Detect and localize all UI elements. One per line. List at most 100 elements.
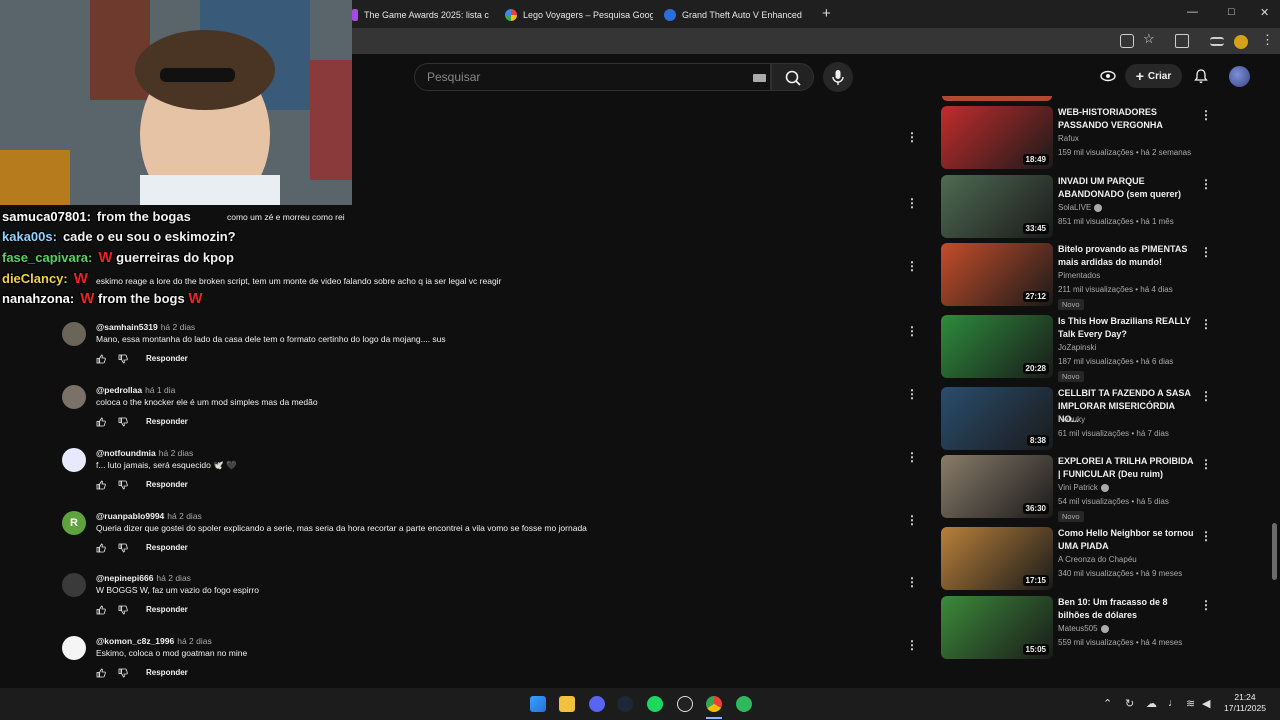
bookmark-star-icon[interactable]: ☆ [1143,31,1155,47]
tray-chevron-icon[interactable]: ⌃ [1103,697,1112,710]
maximize-button[interactable]: □ [1228,6,1235,18]
comment-username[interactable]: @pedrollaa [96,385,142,395]
video-thumbnail[interactable]: 17:15 [941,527,1053,590]
video-title[interactable]: Ben 10: Um fracasso de 8 bilhões de dóla… [1058,596,1198,622]
windows-start-icon[interactable] [530,696,546,712]
comment-more-icon[interactable]: ⋮ [906,575,918,589]
browser-profile-avatar[interactable] [1234,35,1248,49]
video-title[interactable]: EXPLOREI A TRILHA PROIBIDA | FUNICULAR (… [1058,455,1198,481]
file-explorer-icon[interactable] [559,696,575,712]
steam-icon[interactable] [617,696,633,712]
recommended-video[interactable]: 33:45 INVADI UM PARQUE ABANDONADO (sem qu… [940,175,1212,239]
recommended-video[interactable]: 18:49 WEB-HISTORIADORES PASSANDO VERGONHA… [940,106,1212,170]
video-more-icon[interactable]: ⋮ [1200,108,1212,122]
video-title[interactable]: INVADI UM PARQUE ABANDONADO (sem querer) [1058,175,1198,201]
recommended-video[interactable]: 8:38 CELLBIT TA FAZENDO A SASA IMPLORAR M… [940,387,1212,451]
video-title[interactable]: Is This How Brazilians REALLY Talk Every… [1058,315,1198,341]
video-more-icon[interactable]: ⋮ [1200,529,1212,543]
mic-tray-icon[interactable]: ♩ [1168,697,1179,709]
comment-username[interactable]: @komon_c8z_1996 [96,636,174,646]
commenter-avatar[interactable] [62,448,86,472]
channel-name[interactable]: JoZapinski [1058,343,1096,352]
comment-username[interactable]: @nepinepi666 [96,573,153,583]
close-window-button[interactable]: ✕ [1260,6,1269,19]
comment-more-icon[interactable]: ⋮ [906,324,918,338]
comment-more-icon[interactable]: ⋮ [906,513,918,527]
commenter-avatar[interactable] [62,573,86,597]
keyboard-icon[interactable] [753,74,766,82]
reply-button[interactable]: Responder [146,543,188,552]
eye-icon[interactable] [1100,70,1116,82]
discord-icon[interactable] [589,696,605,712]
video-more-icon[interactable]: ⋮ [1200,389,1212,403]
cast-icon[interactable] [1120,34,1134,48]
dislike-icon[interactable] [118,417,128,427]
search-box[interactable]: Pesquisar [414,63,771,91]
dislike-icon[interactable] [118,543,128,553]
comment-username[interactable]: @ruanpablo9994 [96,511,164,521]
comment-username[interactable]: @samhain5319 [96,322,158,332]
like-icon[interactable] [96,480,106,490]
recommended-video[interactable]: 17:15 Como Hello Neighbor se tornou UMA P… [940,527,1212,591]
media-control-icon[interactable] [1210,37,1224,46]
cloud-icon[interactable]: ☁ [1146,697,1157,710]
minimize-button[interactable]: — [1187,6,1198,18]
recommended-video[interactable]: 15:05 Ben 10: Um fracasso de 8 bilhões de… [940,596,1212,660]
video-thumbnail[interactable]: 8:38 [941,387,1053,450]
wifi-icon[interactable]: ≋ [1186,697,1195,710]
comment-time[interactable]: há 2 dias [177,636,212,646]
comment-time[interactable]: há 1 dia [145,385,175,395]
chrome-icon[interactable] [706,696,722,712]
reply-button[interactable]: Responder [146,668,188,677]
comment-more-icon[interactable]: ⋮ [906,450,918,464]
comment-more-icon[interactable]: ⋮ [906,259,918,273]
reply-button[interactable]: Responder [146,354,188,363]
network-sync-icon[interactable]: ↻ [1125,697,1134,710]
video-thumbnail[interactable]: 15:05 [941,596,1053,659]
channel-name[interactable]: A Creonza do Chapéu [1058,555,1137,564]
video-more-icon[interactable]: ⋮ [1200,317,1212,331]
dislike-icon[interactable] [118,480,128,490]
tab-gta-v[interactable]: Grand Theft Auto V Enhanced ✕ [664,4,814,26]
new-tab-button[interactable]: + [822,5,831,22]
recommended-video[interactable]: 36:30 EXPLOREI A TRILHA PROIBIDA | FUNICU… [940,455,1212,522]
reply-button[interactable]: Responder [146,605,188,614]
comment-more-icon[interactable]: ⋮ [906,130,918,144]
xbox-icon[interactable] [736,696,752,712]
create-button[interactable]: + Criar [1125,64,1182,88]
video-title[interactable]: Como Hello Neighbor se tornou UMA PIADA [1058,527,1198,553]
recommended-video[interactable]: 20:28 Is This How Brazilians REALLY Talk … [940,315,1212,382]
dislike-icon[interactable] [118,605,128,615]
dislike-icon[interactable] [118,668,128,678]
channel-name[interactable]: Mateus505 [1058,624,1109,633]
video-thumbnail[interactable]: 20:28 [941,315,1053,378]
notifications-bell-icon[interactable] [1193,68,1209,84]
scrollbar-thumb[interactable] [1272,523,1277,580]
video-thumbnail[interactable]: 18:49 [941,106,1053,169]
video-more-icon[interactable]: ⋮ [1200,245,1212,259]
account-avatar[interactable] [1229,66,1250,87]
recommended-video[interactable]: 27:12 Bitelo provando as PIMENTAS mais ar… [940,243,1212,310]
video-thumbnail[interactable]: 27:12 [941,243,1053,306]
video-more-icon[interactable]: ⋮ [1200,598,1212,612]
tab-game-awards[interactable]: The Game Awards 2025: lista c ✕ [352,4,498,26]
voice-search-button[interactable] [823,62,853,92]
commenter-avatar[interactable] [62,322,86,346]
comment-more-icon[interactable]: ⋮ [906,196,918,210]
comment-more-icon[interactable]: ⋮ [906,387,918,401]
address-bar[interactable]: ☆ [352,28,1280,54]
obs-icon[interactable] [677,696,693,712]
reply-button[interactable]: Responder [146,480,188,489]
video-thumbnail[interactable]: 33:45 [941,175,1053,238]
comment-time[interactable]: há 2 dias [161,322,196,332]
system-clock[interactable]: 21:24 17/11/2025 [1222,692,1268,714]
like-icon[interactable] [96,605,106,615]
channel-name[interactable]: Pimentados [1058,271,1100,280]
commenter-avatar[interactable]: R [62,511,86,535]
like-icon[interactable] [96,543,106,553]
channel-name[interactable]: Rafux [1058,134,1079,143]
search-input[interactable]: Pesquisar [427,70,480,84]
video-more-icon[interactable]: ⋮ [1200,177,1212,191]
extensions-icon[interactable] [1175,34,1189,48]
commenter-avatar[interactable] [62,385,86,409]
